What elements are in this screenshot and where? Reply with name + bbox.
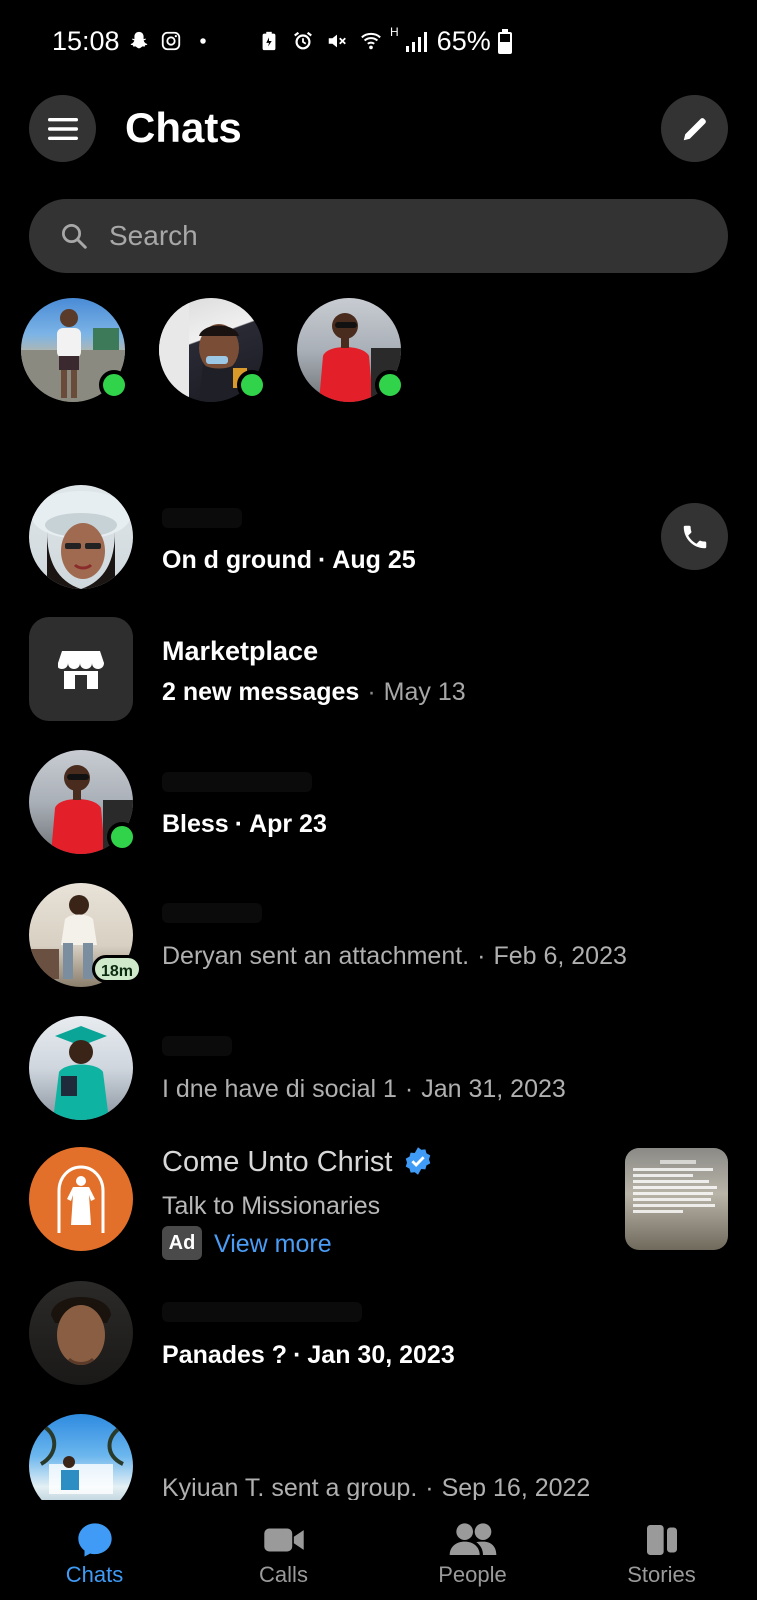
compose-button[interactable] xyxy=(661,95,728,162)
nav-tab-people[interactable]: People xyxy=(378,1500,567,1600)
chat-preview[interactable]: On d ground · Aug 25 xyxy=(162,546,416,575)
chat-date: Aug 25 xyxy=(332,546,416,574)
active-time-badge: 18m xyxy=(92,955,143,983)
notification-icons xyxy=(128,30,214,52)
wifi-icon xyxy=(361,32,381,50)
chat-name-redacted xyxy=(162,903,262,923)
view-more-link[interactable]: View more xyxy=(214,1230,332,1259)
status-right: H 65% xyxy=(390,24,513,57)
active-friend-avatar[interactable] xyxy=(21,298,129,402)
person-photo xyxy=(31,491,131,589)
nav-tab-stories[interactable]: Stories xyxy=(567,1500,756,1600)
chat-preview[interactable]: I dne have di social 1 · Jan 31, 2023 xyxy=(162,1075,566,1104)
chat-preview[interactable]: Kyiuan T. sent a group. · Sep 16, 2022 xyxy=(162,1474,590,1503)
chat-name: Marketplace xyxy=(162,636,319,666)
chat-bubble-icon xyxy=(77,1523,112,1557)
online-indicator xyxy=(375,370,405,400)
online-indicator xyxy=(237,370,267,400)
page-title: Chats xyxy=(125,104,242,151)
chat-avatar[interactable] xyxy=(29,1281,133,1385)
instagram-icon xyxy=(161,31,181,51)
chat-name-redacted xyxy=(162,1302,362,1322)
chat-date: May 13 xyxy=(383,678,466,706)
separator: · xyxy=(367,678,376,706)
marketplace-avatar[interactable] xyxy=(29,617,133,721)
nav-tab-calls[interactable]: Calls xyxy=(189,1500,378,1600)
chat-message: Bless xyxy=(162,810,229,838)
separator: · xyxy=(317,546,327,574)
nav-tab-chats[interactable]: Chats xyxy=(0,1500,189,1600)
separator: · xyxy=(293,1341,302,1369)
chat-date: Apr 23 xyxy=(249,810,327,838)
battery-percent: 65% xyxy=(436,26,491,56)
nav-label: Calls xyxy=(259,1562,308,1587)
chat-preview[interactable]: Deryan sent an attachment. · Feb 6, 2023 xyxy=(162,942,627,971)
chat-message: Kyiuan T. sent a group. xyxy=(162,1474,418,1502)
call-button[interactable] xyxy=(661,503,728,570)
chat-avatar[interactable] xyxy=(29,750,137,854)
status-time: 15:08 xyxy=(52,26,120,56)
ad-label: Ad xyxy=(162,1226,202,1260)
chat-message: 2 new messages xyxy=(162,678,360,706)
chat-date: Sep 16, 2022 xyxy=(441,1474,591,1502)
christus-statue-icon xyxy=(57,1165,105,1233)
chat-name-redacted xyxy=(162,508,242,528)
chat-date: Feb 6, 2023 xyxy=(493,942,627,970)
nav-label: Stories xyxy=(627,1562,696,1587)
person-photo xyxy=(51,1297,111,1365)
mute-icon xyxy=(328,34,346,48)
chat-preview[interactable]: 2 new messages · May 13 xyxy=(162,678,466,707)
ad-avatar[interactable] xyxy=(29,1147,133,1251)
chat-date: Jan 31, 2023 xyxy=(421,1075,566,1103)
bottom-nav: Chats Calls People Stories xyxy=(0,1500,757,1600)
verified-badge-icon xyxy=(405,1147,431,1175)
search-icon xyxy=(62,224,87,249)
chat-message: On d ground xyxy=(162,546,312,574)
store-icon xyxy=(58,651,104,689)
chat-date: Jan 30, 2023 xyxy=(307,1341,455,1369)
battery-icon xyxy=(497,28,512,54)
separator: · xyxy=(425,1474,434,1502)
system-icons xyxy=(258,30,382,52)
menu-button[interactable] xyxy=(29,95,96,162)
ad-title: Come Unto Christ xyxy=(162,1146,393,1178)
ad-thumbnail[interactable] xyxy=(625,1148,728,1250)
search-input[interactable] xyxy=(109,199,699,273)
online-indicator xyxy=(99,370,129,400)
chat-name-redacted xyxy=(162,1036,232,1056)
chat-avatar[interactable] xyxy=(29,1016,133,1120)
video-camera-icon xyxy=(263,1528,304,1552)
active-friend-avatar[interactable] xyxy=(297,298,405,402)
phone-icon xyxy=(683,525,706,548)
status-bar: 15:08 H 65% xyxy=(0,0,757,80)
chat-message: Deryan sent an attachment. xyxy=(162,942,470,970)
chat-name-redacted xyxy=(162,772,312,792)
chat-message: I dne have di social 1 xyxy=(162,1075,397,1103)
person-photo xyxy=(53,1026,109,1120)
nav-label: People xyxy=(438,1562,507,1587)
chat-avatar[interactable] xyxy=(29,485,133,589)
active-friend-avatar[interactable] xyxy=(159,298,267,402)
battery-saver-icon xyxy=(262,31,276,51)
hamburger-icon xyxy=(47,117,78,140)
chat-preview[interactable]: Bless · Apr 23 xyxy=(162,810,327,839)
dot-icon xyxy=(200,38,206,44)
nav-label: Chats xyxy=(65,1562,124,1587)
people-icon xyxy=(449,1523,496,1555)
alarm-icon xyxy=(294,31,312,50)
ad-thumbnail-scripture xyxy=(633,1160,722,1213)
separator: · xyxy=(477,942,486,970)
ad-subtitle: Talk to Missionaries xyxy=(162,1192,381,1220)
chat-message: Panades ? xyxy=(162,1341,288,1369)
online-indicator xyxy=(107,822,137,852)
network-type: H xyxy=(390,24,399,39)
snapchat-icon xyxy=(130,31,148,49)
separator: · xyxy=(234,810,244,838)
search-bar[interactable] xyxy=(29,199,728,273)
pencil-icon xyxy=(683,117,706,140)
signal-icon xyxy=(405,31,427,52)
stories-icon xyxy=(646,1525,677,1555)
separator: · xyxy=(404,1075,414,1103)
chat-preview[interactable]: Panades ? · Jan 30, 2023 xyxy=(162,1341,455,1370)
